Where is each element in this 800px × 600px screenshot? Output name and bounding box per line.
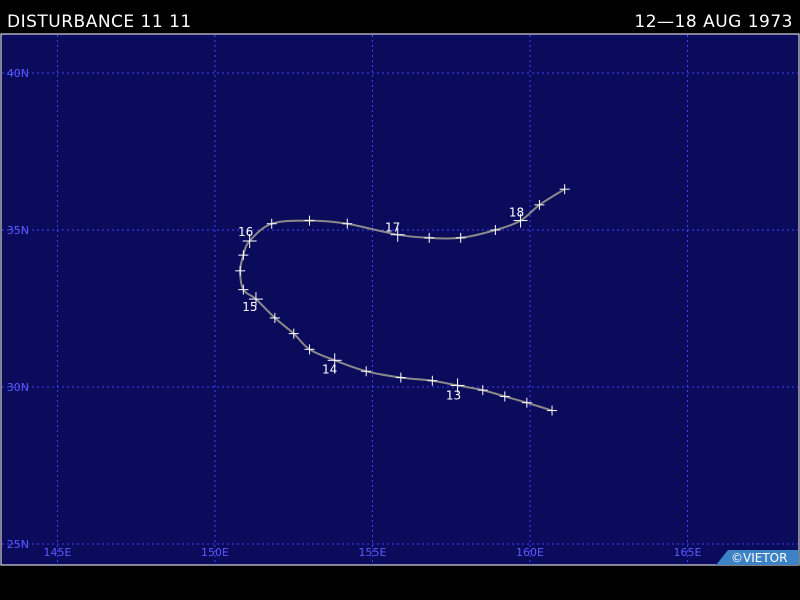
lon-tick-label: 150E bbox=[201, 546, 229, 559]
storm-track-map: 40N 35N 30N 25N 145E 150E 155E 160E 165E 13 14 15… bbox=[0, 33, 800, 566]
ocean-background bbox=[0, 33, 800, 566]
day-label: 17 bbox=[385, 221, 400, 235]
lon-tick-label: 160E bbox=[516, 546, 544, 559]
credit-text: ©VIETOR bbox=[731, 551, 787, 565]
day-label: 15 bbox=[242, 300, 257, 314]
lat-tick-label: 30N bbox=[7, 381, 29, 394]
lon-tick-label: 145E bbox=[44, 546, 72, 559]
day-label: 13 bbox=[446, 388, 461, 402]
lat-tick-label: 35N bbox=[7, 224, 29, 237]
day-label: 18 bbox=[509, 206, 524, 220]
lon-tick-label: 155E bbox=[359, 546, 387, 559]
credit-badge: ©VIETOR bbox=[716, 550, 799, 565]
lat-tick-label: 40N bbox=[7, 67, 29, 80]
lat-tick-label: 25N bbox=[7, 538, 29, 551]
lon-tick-label: 165E bbox=[674, 546, 702, 559]
day-label: 14 bbox=[322, 362, 337, 376]
day-label: 16 bbox=[238, 225, 253, 239]
